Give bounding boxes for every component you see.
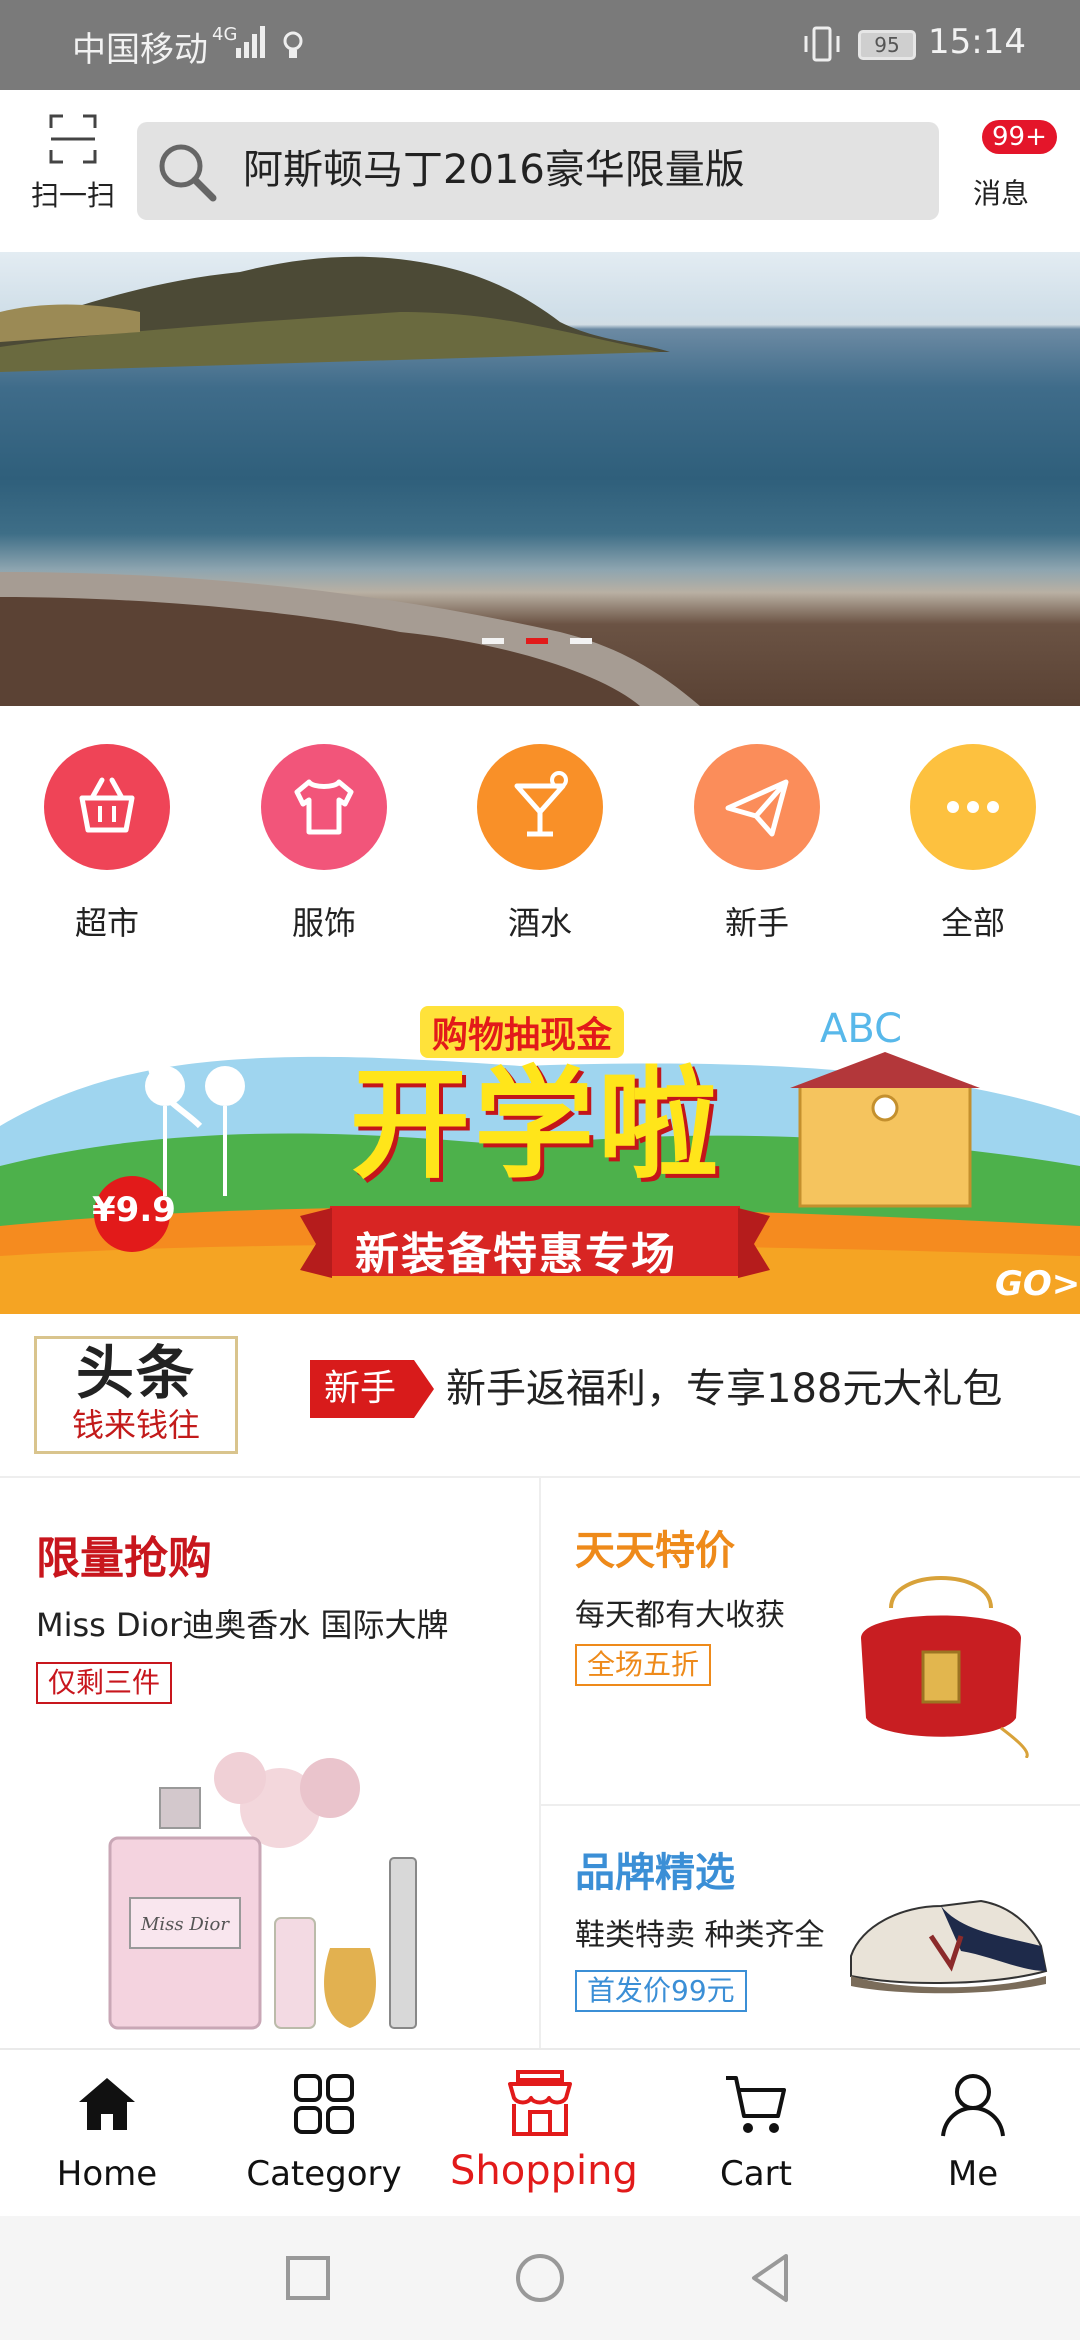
search-icon bbox=[159, 144, 217, 202]
flash-sale-subtitle: Miss Dior迪奥香水 国际大牌 bbox=[36, 1606, 449, 1644]
category-label: 全部 bbox=[940, 904, 1005, 942]
promo-grid: 限量抢购 Miss Dior迪奥香水 国际大牌 仅剩三件 Miss Dior 天… bbox=[0, 1478, 1080, 2048]
battery-indicator: 95 bbox=[858, 30, 916, 60]
signal-icon bbox=[236, 26, 265, 58]
perfume-label: Miss Dior bbox=[140, 1914, 230, 1935]
brand-picks-tag: 首发价99元 bbox=[575, 1970, 747, 2012]
hero-banner[interactable] bbox=[0, 252, 1080, 706]
search-text: 阿斯顿马丁2016豪华限量版 bbox=[243, 147, 745, 193]
messages-label: 消息 bbox=[972, 177, 1029, 210]
abc-doodle: ABC bbox=[820, 1006, 903, 1052]
category-label: 服饰 bbox=[291, 904, 356, 942]
daily-deals-title: 天天特价 bbox=[575, 1528, 735, 1574]
category-label: 新手 bbox=[724, 904, 789, 942]
brand-picks-card[interactable]: 品牌精选 鞋类特卖 种类齐全 首发价99元 bbox=[541, 1806, 1080, 2048]
category-supermarket[interactable]: 超市 bbox=[27, 744, 187, 944]
brand-picks-subtitle: 鞋类特卖 种类齐全 bbox=[575, 1918, 825, 1953]
nav-cart[interactable]: Cart bbox=[666, 2068, 846, 2194]
flash-sale-title: 限量抢购 bbox=[36, 1533, 212, 1584]
top-header: 扫一扫 阿斯顿马丁2016豪华限量版 99+ 消息 bbox=[0, 90, 1080, 252]
banner-dot-active[interactable] bbox=[526, 638, 548, 644]
paper-plane-icon bbox=[694, 744, 820, 870]
nav-label: Shopping bbox=[450, 2148, 638, 2194]
flash-sale-card[interactable]: 限量抢购 Miss Dior迪奥香水 国际大牌 仅剩三件 Miss Dior bbox=[0, 1478, 539, 2048]
clock: 15:14 bbox=[928, 22, 1026, 62]
messages-button[interactable]: 99+ 消息 bbox=[960, 120, 1070, 230]
sneaker-image bbox=[850, 1899, 1048, 1994]
daily-deals-tag: 全场五折 bbox=[575, 1644, 712, 1686]
cocktail-icon bbox=[477, 744, 603, 870]
nav-label: Category bbox=[246, 2154, 402, 2194]
nav-shopping[interactable]: Shopping bbox=[450, 2068, 638, 2194]
recent-apps-icon[interactable] bbox=[278, 2248, 338, 2308]
system-navigation-bar bbox=[0, 2216, 1080, 2340]
back-icon[interactable] bbox=[740, 2248, 800, 2308]
category-shortcuts: 超市 服饰 酒水 新手 全部 bbox=[0, 706, 1080, 996]
category-clothing[interactable]: 服饰 bbox=[244, 744, 404, 944]
price-badge: ¥9.9 bbox=[92, 1190, 176, 1230]
nav-label: Me bbox=[947, 2154, 999, 2194]
cart-icon bbox=[726, 2076, 786, 2133]
back-to-school-banner[interactable]: 购物抽现金 开学啦 新装备特惠专场 ¥9.9 ABC GO> bbox=[0, 996, 1080, 1314]
search-bar[interactable]: 阿斯顿马丁2016豪华限量版 bbox=[137, 122, 939, 220]
person-icon bbox=[941, 2074, 1005, 2137]
flash-sale-tag: 仅剩三件 bbox=[36, 1662, 173, 1704]
headline-tag: 新手 bbox=[310, 1360, 435, 1418]
go-link[interactable]: GO> bbox=[995, 1264, 1080, 1304]
nav-category[interactable]: Category bbox=[234, 2068, 414, 2194]
more-dots-icon bbox=[910, 744, 1036, 870]
vibrate-icon bbox=[804, 26, 840, 62]
category-drinks[interactable]: 酒水 bbox=[460, 744, 620, 944]
headline-bar[interactable]: 头条 钱来钱往 新手 新手返福利，专享188元大礼包 bbox=[0, 1314, 1080, 1478]
brand-picks-title: 品牌精选 bbox=[575, 1850, 735, 1896]
home-icon bbox=[79, 2078, 135, 2130]
daily-deals-card[interactable]: 天天特价 每天都有大收获 全场五折 bbox=[541, 1478, 1080, 1804]
home-circle-icon[interactable] bbox=[510, 2248, 570, 2308]
banner-dot[interactable] bbox=[482, 638, 504, 644]
status-bar: 中国移动 4G 95 15:14 bbox=[0, 0, 1080, 90]
daily-deals-subtitle: 每天都有大收获 bbox=[575, 1598, 785, 1633]
banner-top-text: 购物抽现金 bbox=[420, 1006, 625, 1058]
bulb-icon bbox=[283, 31, 303, 58]
headline-text[interactable]: 新手返福利，专享188元大礼包 bbox=[446, 1360, 1002, 1418]
nav-label: Home bbox=[56, 2154, 158, 2194]
message-count-badge: 99+ bbox=[982, 120, 1057, 154]
red-handbag-image bbox=[861, 1576, 1029, 1758]
perfume-image: Miss Dior bbox=[108, 1752, 417, 2030]
bottom-navigation: Home Category Shopping Cart Me bbox=[0, 2048, 1080, 2216]
nav-home[interactable]: Home bbox=[17, 2068, 197, 2194]
scan-icon bbox=[49, 114, 97, 164]
carrier-name: 中国移动 bbox=[72, 30, 208, 70]
category-label: 超市 bbox=[74, 904, 139, 942]
headline-logo: 头条 钱来钱往 bbox=[34, 1336, 238, 1454]
scan-button[interactable]: 扫一扫 bbox=[28, 114, 118, 224]
category-all[interactable]: 全部 bbox=[893, 744, 1053, 944]
network-type: 4G bbox=[212, 24, 238, 45]
store-icon bbox=[508, 2070, 572, 2136]
nav-label: Cart bbox=[720, 2154, 792, 2194]
banner-ribbon-text: 新装备特惠专场 bbox=[355, 1229, 677, 1280]
banner-pagination bbox=[482, 638, 602, 646]
basket-icon bbox=[44, 744, 170, 870]
headline-logo-title: 头条 bbox=[75, 1339, 196, 1407]
banner-main-text: 开学啦 bbox=[350, 1056, 722, 1195]
nav-me[interactable]: Me bbox=[883, 2068, 1063, 2194]
category-newbie[interactable]: 新手 bbox=[677, 744, 837, 944]
headline-logo-subtitle: 钱来钱往 bbox=[71, 1406, 200, 1444]
scan-label: 扫一扫 bbox=[30, 179, 115, 212]
category-label: 酒水 bbox=[507, 904, 572, 942]
banner-dot[interactable] bbox=[570, 638, 592, 644]
shirt-icon bbox=[261, 744, 387, 870]
grid-icon bbox=[294, 2074, 354, 2134]
